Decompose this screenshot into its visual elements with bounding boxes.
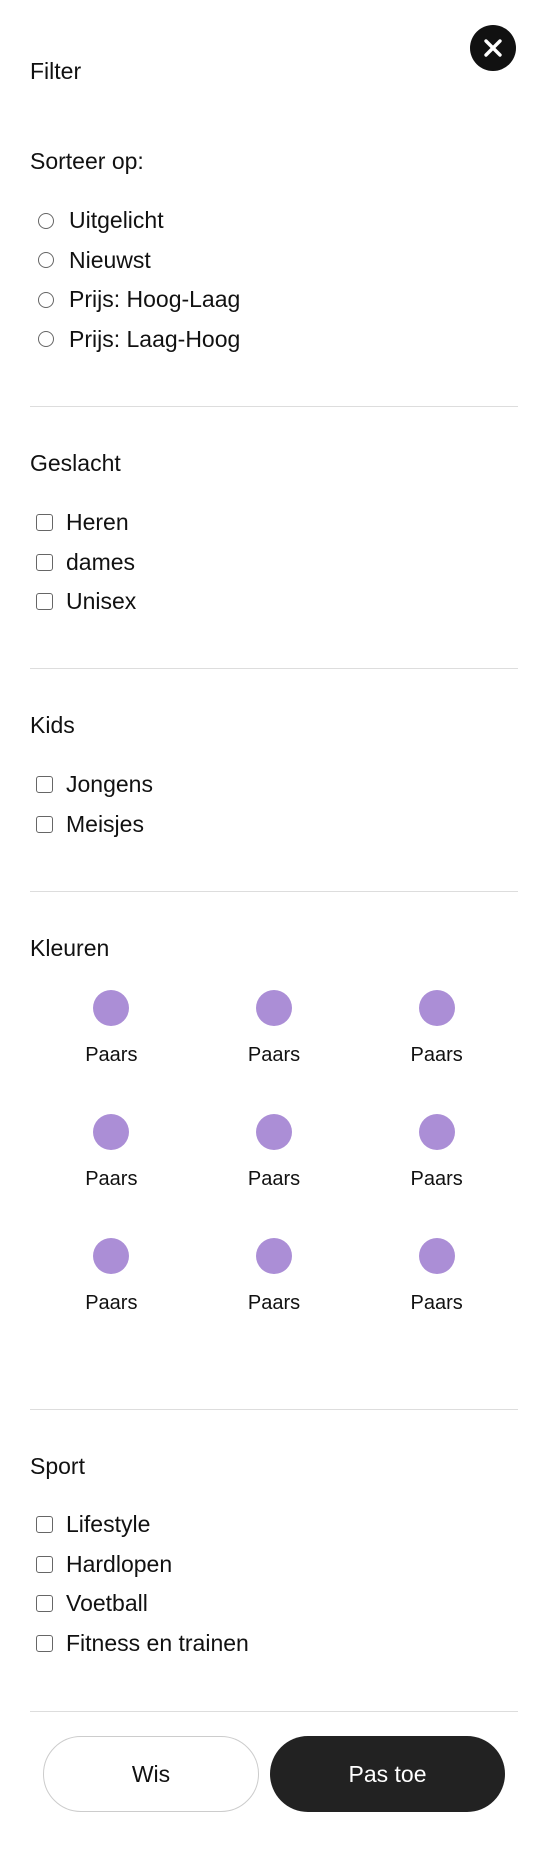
- color-swatch[interactable]: [418, 1238, 455, 1274]
- color-label: Paars: [410, 1292, 463, 1314]
- color-label: Paars: [85, 1044, 138, 1066]
- option-label: Prijs: Hoog-Laag: [69, 286, 241, 313]
- option-label: Hardlopen: [66, 1550, 173, 1577]
- kids-option-jongens[interactable]: Jongens: [36, 765, 153, 805]
- option-label: Nieuwst: [69, 246, 151, 273]
- gender-option-heren[interactable]: Heren: [36, 503, 136, 543]
- clear-button[interactable]: Wis: [43, 1736, 259, 1812]
- sort-option-nieuwst[interactable]: Nieuwst: [36, 241, 240, 281]
- color-swatch[interactable]: [93, 1238, 130, 1274]
- option-label: Prijs: Laag-Hoog: [69, 325, 241, 352]
- checkbox[interactable]: [36, 593, 53, 611]
- divider: [30, 891, 518, 892]
- option-label: Meisjes: [66, 810, 144, 837]
- sport-option-lifestyle[interactable]: Lifestyle: [36, 1505, 249, 1545]
- color-swatch[interactable]: [93, 1114, 130, 1150]
- option-label: Uitgelicht: [69, 207, 164, 234]
- sort-option-prijs-hoog-laag[interactable]: Prijs: Hoog-Laag: [36, 280, 240, 320]
- color-option-paars[interactable]: Paars: [193, 1238, 356, 1362]
- gender-options: Heren dames Unisex: [36, 503, 136, 622]
- color-label: Paars: [85, 1168, 138, 1190]
- checkbox[interactable]: [36, 1555, 53, 1573]
- divider: [30, 668, 518, 669]
- option-label: dames: [66, 548, 136, 575]
- checkbox[interactable]: [36, 776, 53, 794]
- checkbox[interactable]: [36, 1516, 53, 1534]
- color-label: Paars: [85, 1292, 138, 1314]
- color-option-paars[interactable]: Paars: [355, 1114, 518, 1238]
- color-label: Paars: [247, 1168, 301, 1190]
- sport-option-hardlopen[interactable]: Hardlopen: [36, 1545, 249, 1585]
- color-swatch[interactable]: [418, 1114, 455, 1150]
- color-label: Paars: [247, 1044, 301, 1066]
- sport-options: Lifestyle Hardlopen Voetball Fitness en …: [36, 1505, 249, 1663]
- checkbox[interactable]: [36, 1634, 53, 1652]
- page-title: Filter: [30, 58, 82, 84]
- color-option-paars[interactable]: Paars: [193, 990, 356, 1114]
- option-label: Lifestyle: [66, 1511, 151, 1538]
- kids-options: Jongens Meisjes: [36, 765, 153, 844]
- gender-option-dames[interactable]: dames: [36, 543, 136, 583]
- divider: [30, 406, 518, 407]
- color-swatch[interactable]: [93, 990, 130, 1026]
- close-icon: [484, 39, 502, 57]
- sport-section-title: Sport: [30, 1453, 85, 1479]
- color-option-paars[interactable]: Paars: [30, 1114, 193, 1238]
- radio-button[interactable]: [38, 291, 54, 308]
- close-button[interactable]: [470, 25, 516, 71]
- radio-button[interactable]: [38, 212, 54, 229]
- color-swatch[interactable]: [256, 1238, 292, 1274]
- color-option-paars[interactable]: Paars: [30, 990, 193, 1114]
- checkbox[interactable]: [36, 1595, 53, 1613]
- color-swatch[interactable]: [256, 1114, 292, 1150]
- color-option-paars[interactable]: Paars: [355, 1238, 518, 1362]
- checkbox[interactable]: [36, 553, 53, 571]
- color-swatch[interactable]: [418, 990, 455, 1026]
- option-label: Voetball: [66, 1590, 148, 1617]
- option-label: Jongens: [66, 771, 153, 798]
- color-label: Paars: [247, 1292, 301, 1314]
- divider: [30, 1409, 518, 1410]
- gender-section-title: Geslacht: [30, 450, 121, 476]
- color-swatch[interactable]: [256, 990, 292, 1026]
- checkbox[interactable]: [36, 815, 53, 833]
- kids-option-meisjes[interactable]: Meisjes: [36, 805, 153, 845]
- sort-option-prijs-laag-hoog[interactable]: Prijs: Laag-Hoog: [36, 320, 240, 360]
- color-label: Paars: [410, 1168, 463, 1190]
- color-option-paars[interactable]: Paars: [30, 1238, 193, 1362]
- color-swatch-grid: Paars Paars Paars Paars Paars Paars Paar…: [30, 990, 518, 1362]
- sort-options: Uitgelicht Nieuwst Prijs: Hoog-Laag Prij…: [36, 201, 240, 359]
- color-option-paars[interactable]: Paars: [355, 990, 518, 1114]
- gender-option-unisex[interactable]: Unisex: [36, 582, 136, 622]
- sport-option-fitness-en-trainen[interactable]: Fitness en trainen: [36, 1624, 249, 1664]
- radio-button[interactable]: [38, 252, 54, 269]
- color-label: Paars: [410, 1044, 463, 1066]
- divider: [30, 1711, 518, 1712]
- filter-panel: Filter Sorteer op: Uitgelicht Nieuwst Pr…: [0, 0, 548, 1853]
- option-label: Heren: [66, 509, 129, 536]
- sort-section-title: Sorteer op:: [30, 148, 144, 174]
- sport-option-voetball[interactable]: Voetball: [36, 1584, 249, 1624]
- option-label: Fitness en trainen: [66, 1629, 249, 1656]
- option-label: Unisex: [66, 588, 137, 615]
- apply-button[interactable]: Pas toe: [270, 1736, 505, 1812]
- checkbox[interactable]: [36, 514, 53, 532]
- radio-button[interactable]: [38, 331, 54, 348]
- color-option-paars[interactable]: Paars: [193, 1114, 356, 1238]
- colors-section-title: Kleuren: [30, 935, 110, 961]
- kids-section-title: Kids: [30, 712, 75, 738]
- sort-option-uitgelicht[interactable]: Uitgelicht: [36, 201, 240, 241]
